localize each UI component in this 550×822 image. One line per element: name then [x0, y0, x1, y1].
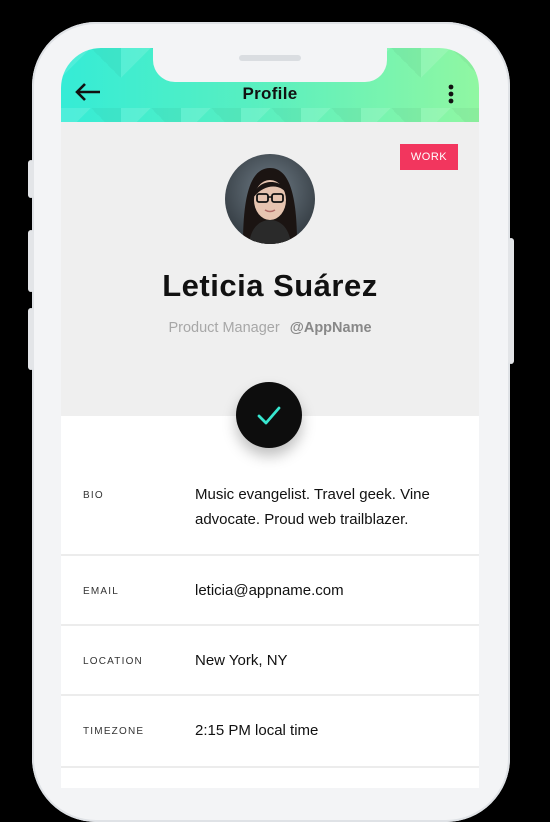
profile-name: Leticia Suárez — [162, 268, 378, 303]
detail-value: 2:15 PM local time — [195, 722, 319, 739]
phone-power-button — [508, 238, 514, 364]
app-screen: Profile WORK Leticia Suárez Product Mana… — [61, 48, 479, 788]
detail-row-timezone: TIMEZONE 2:15 PM local time — [61, 696, 479, 768]
detail-row-email: EMAIL leticia@appname.com — [61, 556, 479, 626]
detail-row-location: LOCATION New York, NY — [61, 626, 479, 696]
detail-label: TIMEZONE — [83, 726, 145, 737]
profile-handle[interactable]: @AppName — [290, 320, 372, 336]
profile-role: Product Manager — [168, 320, 280, 336]
confirm-button[interactable] — [236, 382, 302, 448]
phone-speaker — [239, 55, 301, 61]
detail-label: LOCATION — [83, 656, 143, 667]
phone-volume-up-button — [28, 230, 34, 292]
avatar[interactable] — [225, 154, 315, 244]
profile-header: WORK Leticia Suárez Product Manager @App… — [61, 122, 479, 416]
more-vertical-icon[interactable] — [447, 84, 455, 104]
phone-volume-down-button — [28, 308, 34, 370]
page-title: Profile — [242, 84, 298, 103]
phone-notch — [153, 48, 387, 82]
avatar-portrait — [225, 154, 315, 244]
phone-side-button — [28, 160, 34, 198]
work-badge: WORK — [400, 144, 458, 170]
detail-label: BIO — [83, 490, 104, 501]
app-bar: Profile — [61, 48, 479, 122]
profile-subline: Product Manager @AppName — [61, 320, 479, 336]
detail-value: New York, NY — [195, 652, 288, 669]
detail-label: EMAIL — [83, 586, 120, 597]
detail-value[interactable]: leticia@appname.com — [195, 578, 457, 603]
checkmark-icon — [257, 406, 281, 425]
detail-value: Music evangelist. Travel geek. Vine advo… — [195, 486, 430, 528]
